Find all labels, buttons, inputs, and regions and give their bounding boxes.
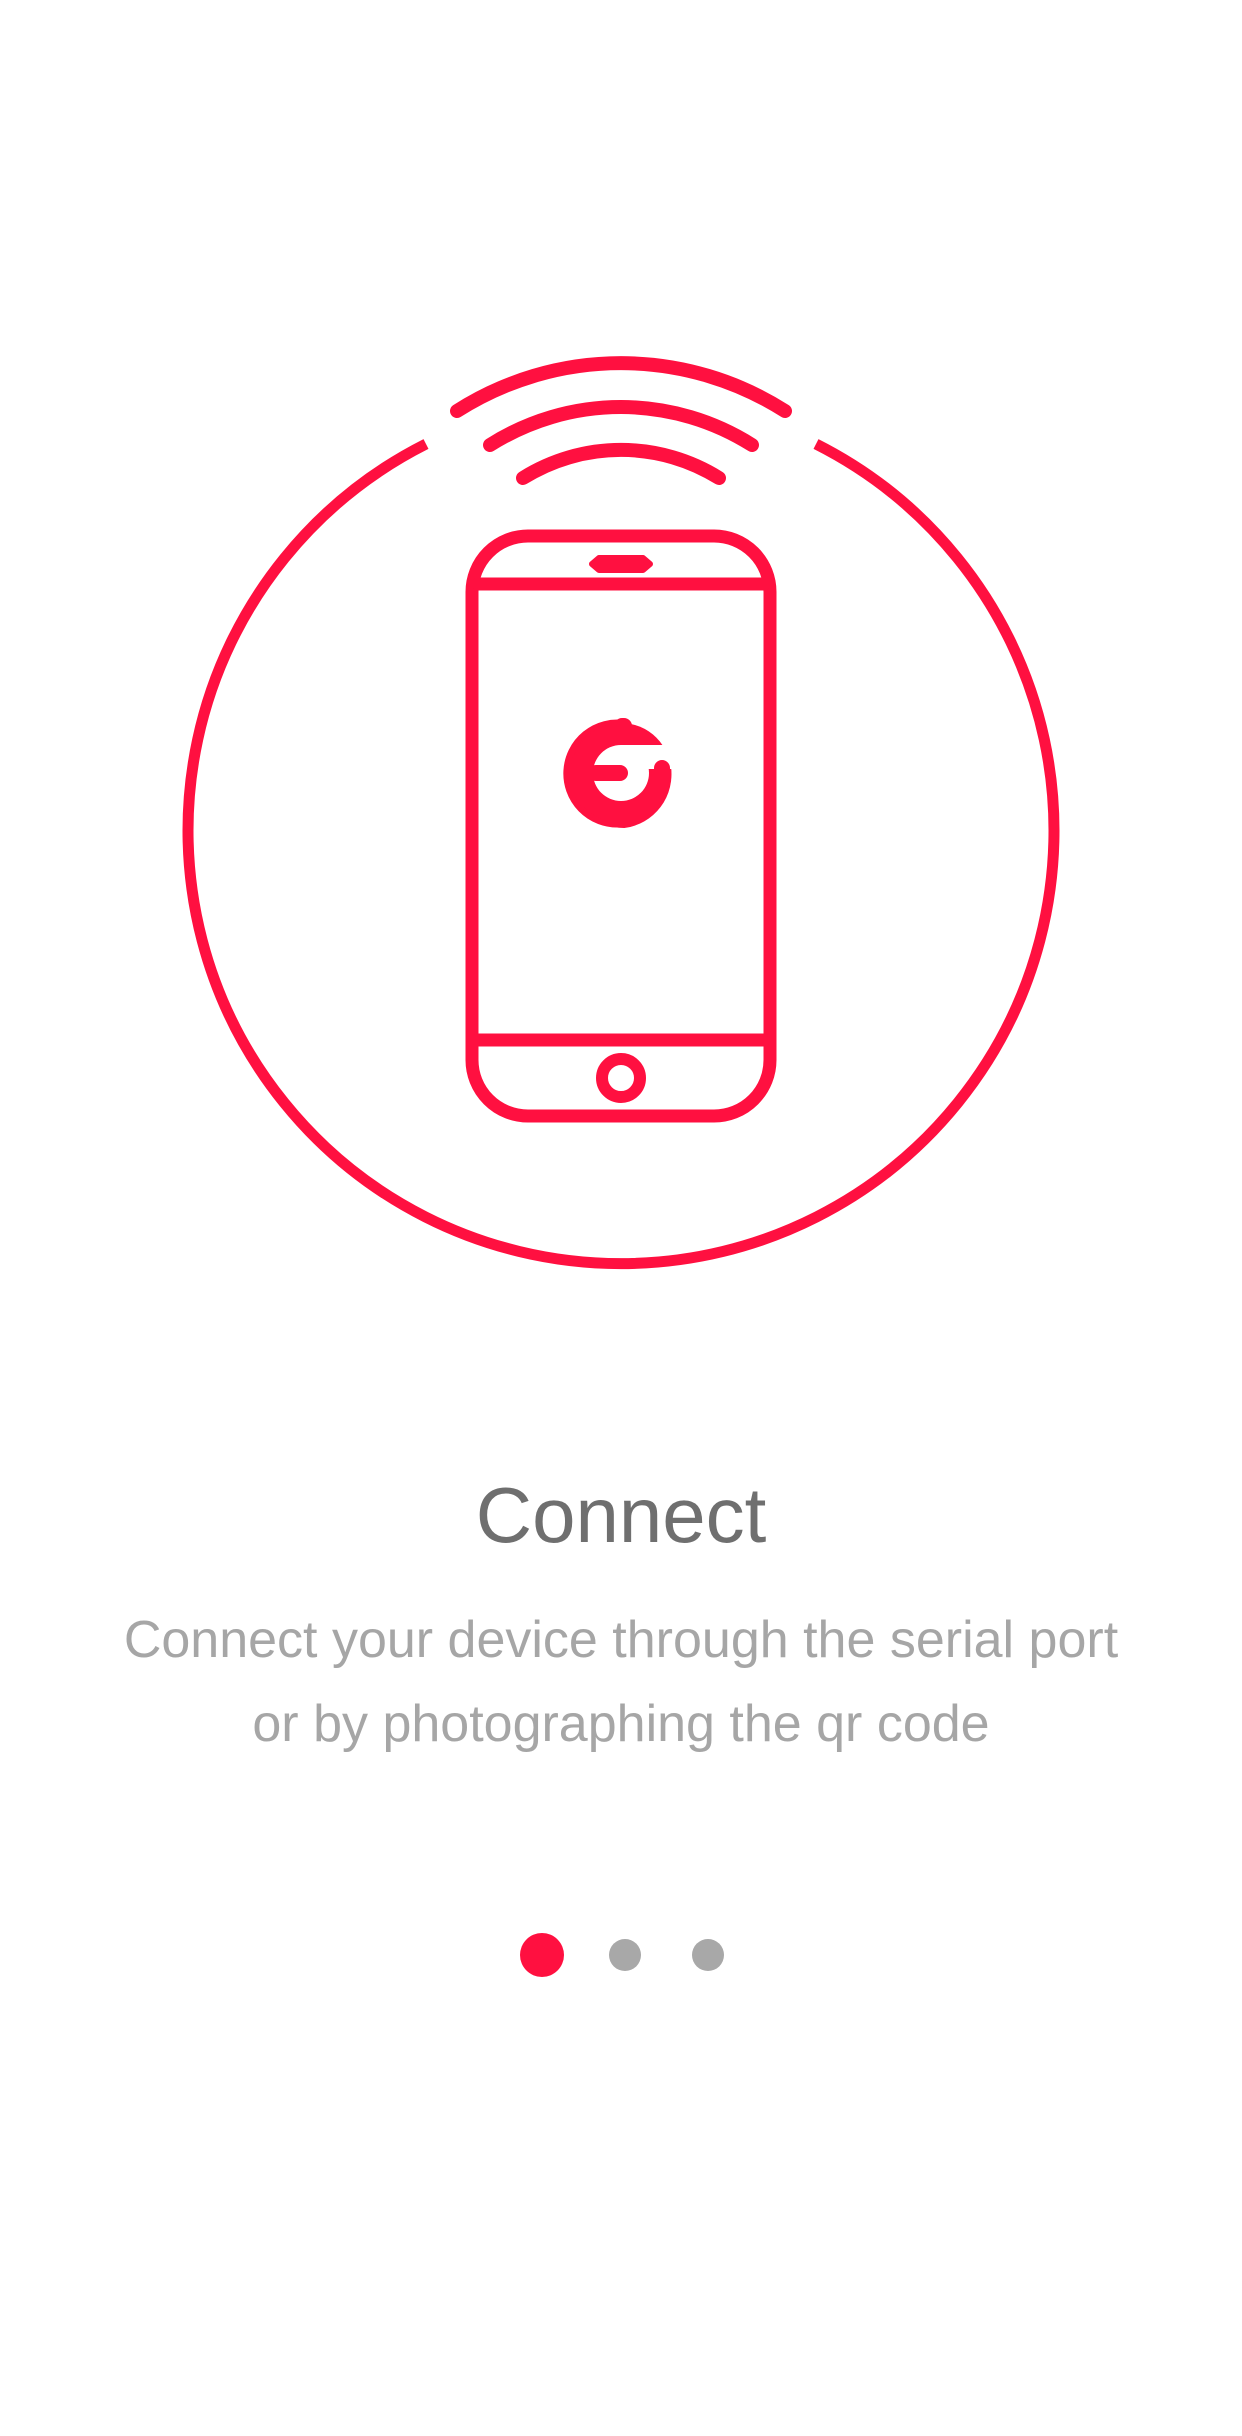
app-logo-icon (563, 718, 677, 829)
page-dot-3[interactable] (692, 1939, 724, 1971)
wifi-signal-icon (450, 356, 792, 485)
page-indicator (0, 1933, 1242, 1977)
page-dot-1[interactable] (520, 1933, 564, 1977)
page-description: Connect your device through the serial p… (60, 1598, 1182, 1766)
onboarding-illustration (0, 0, 1242, 1300)
page-dot-2[interactable] (609, 1939, 641, 1971)
page-title: Connect (475, 1471, 767, 1559)
description-line-1: Connect your device through the serial p… (123, 1611, 1119, 1669)
description-line-2: or by photographing the qr code (252, 1695, 990, 1753)
